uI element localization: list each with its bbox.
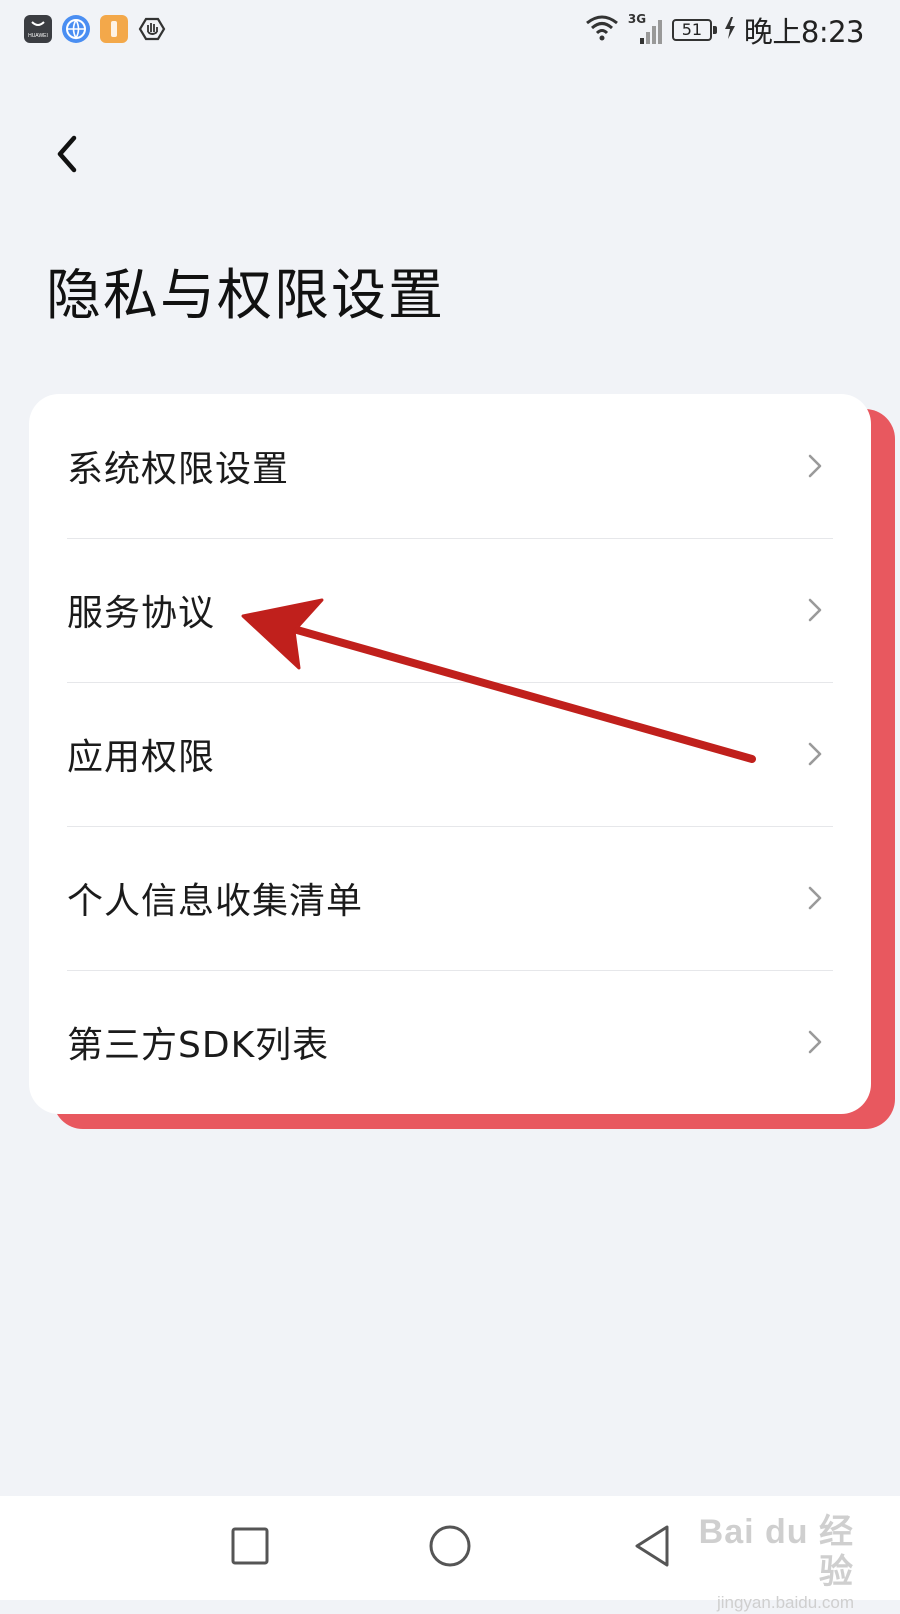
status-bar: HUAWEI 3G 51 晚上8:23 <box>0 0 900 1129</box>
nav-back-button[interactable] <box>626 1520 678 1572</box>
list-item-third-party-sdk[interactable]: 第三方SDK列表 <box>29 970 871 1114</box>
chevron-left-icon <box>57 135 77 173</box>
battery-icon: 51 <box>671 19 717 41</box>
watermark-url: jingyan.baidu.com <box>716 1593 854 1612</box>
list-item-label: 第三方SDK列表 <box>67 1025 330 1066</box>
list-item-app-permissions[interactable]: 应用权限 <box>29 682 871 826</box>
notification-app-icons: HUAWEI <box>24 15 895 1129</box>
list-item-label: 系统权限设置 <box>67 449 290 490</box>
wallet-app-icon <box>100 15 128 43</box>
charging-icon <box>724 17 736 43</box>
huawei-icon-text: HUAWEI <box>28 33 48 39</box>
watermark-logo: Bai du 经验 <box>698 1513 854 1591</box>
home-button[interactable] <box>424 1520 476 1572</box>
list-item-label: 服务协议 <box>67 593 216 634</box>
browser-app-icon <box>62 15 90 43</box>
baidu-jingyan-watermark: Bai du 经验 jingyan.baidu.com <box>684 1512 854 1612</box>
page-title: 隐私与权限设置 <box>46 263 446 327</box>
wifi-icon <box>584 13 620 47</box>
status-time: 晚上8:23 <box>743 15 865 49</box>
chevron-right-icon <box>805 741 825 767</box>
recent-apps-button[interactable] <box>224 1520 276 1572</box>
list-item-service-agreement[interactable]: 服务协议 <box>29 538 871 682</box>
shield-app-icon <box>138 15 166 43</box>
huawei-app-icon: HUAWEI <box>24 15 52 43</box>
home-icon <box>429 1525 471 1567</box>
list-item-label: 应用权限 <box>67 737 216 778</box>
back-button[interactable] <box>44 132 88 176</box>
list-item-system-permissions[interactable]: 系统权限设置 <box>29 394 871 538</box>
status-indicators: 3G 51 晚上8:23 <box>584 10 865 50</box>
list-item-label: 个人信息收集清单 <box>67 881 364 922</box>
back-triangle-icon <box>635 1525 669 1567</box>
recent-apps-icon <box>231 1527 269 1565</box>
chevron-right-icon <box>805 1029 825 1055</box>
chevron-right-icon <box>805 597 825 623</box>
chevron-right-icon <box>805 453 825 479</box>
settings-card: 系统权限设置 服务协议 应用权限 个人信息收集清单 第三方SDK列表 <box>29 394 871 1114</box>
cellular-signal-icon: 3G <box>628 12 664 46</box>
chevron-right-icon <box>805 885 825 911</box>
list-item-personal-info-list[interactable]: 个人信息收集清单 <box>29 826 871 970</box>
